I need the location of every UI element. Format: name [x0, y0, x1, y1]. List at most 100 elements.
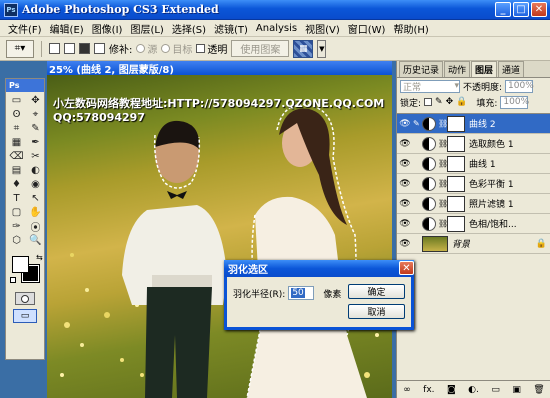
intersect-selection-icon[interactable] — [94, 43, 105, 54]
link-layers-icon[interactable]: ∞ — [403, 385, 411, 395]
dialog-close-button[interactable]: ✕ — [399, 261, 414, 275]
crop-tool-icon[interactable]: ⌗ — [8, 122, 25, 135]
new-layer-icon[interactable]: ▣ — [512, 385, 521, 395]
new-group-icon[interactable]: ▭ — [491, 385, 500, 395]
layer-hue-saturation[interactable]: 👁 ⛓ 色相/饱和... — [397, 214, 550, 234]
tab-history[interactable]: 历史记录 — [399, 61, 444, 77]
layer-background[interactable]: 👁 背景 🔒 — [397, 234, 550, 254]
ok-button[interactable]: 确定 — [348, 284, 405, 299]
pattern-dropdown-icon[interactable]: ▼ — [317, 39, 327, 58]
layer-color-balance-1[interactable]: 👁 ⛓ 色彩平衡 1 — [397, 174, 550, 194]
selective-color-adjustment-icon — [422, 136, 436, 151]
layer-selective-color-1[interactable]: 👁 ⛓ 选取颜色 1 — [397, 134, 550, 154]
zoom-tool-icon[interactable]: 🔍 — [27, 234, 44, 247]
screen-mode-button[interactable]: ▭ — [13, 309, 37, 323]
shape-tool-icon[interactable]: ▢ — [8, 206, 25, 219]
add-mask-icon[interactable]: ◙ — [447, 385, 456, 395]
feather-radius-input[interactable]: 50 — [288, 286, 315, 300]
link-icon: ⛓ — [438, 119, 449, 128]
menu-select[interactable]: 选择(S) — [168, 21, 210, 36]
lasso-tool-icon[interactable]: ʘ — [8, 108, 25, 121]
watermark-url: 小左数码网络教程地址:HTTP://578094297.QZONE.QQ.COM — [53, 97, 385, 110]
cancel-button[interactable]: 取消 — [348, 304, 405, 319]
source-radio[interactable]: 源 — [136, 41, 157, 56]
maximize-button[interactable]: □ — [513, 2, 529, 17]
delete-layer-icon[interactable]: 🗑 — [533, 385, 544, 395]
eye-icon[interactable]: 👁 — [399, 178, 411, 190]
close-button[interactable]: ✕ — [531, 2, 547, 17]
history-brush-tool-icon[interactable]: ✂ — [27, 150, 44, 163]
menu-filter[interactable]: 滤镜(T) — [210, 21, 252, 36]
eye-icon[interactable]: 👁 — [399, 238, 411, 250]
foreground-color-swatch[interactable] — [12, 256, 29, 273]
opacity-field[interactable]: 100% — [505, 79, 534, 93]
brush-tool-icon[interactable]: ✒ — [27, 136, 44, 149]
menu-analysis[interactable]: Analysis — [252, 23, 301, 34]
marquee-tool-icon[interactable]: ▭ — [8, 94, 25, 107]
3d-tool-icon[interactable]: ⬡ — [8, 234, 25, 247]
layer-style-icon[interactable]: fx. — [423, 385, 434, 395]
layer-curves-1[interactable]: 👁 ⛓ 曲线 1 — [397, 154, 550, 174]
add-selection-icon[interactable] — [64, 43, 75, 54]
blur-tool-icon[interactable]: ♦ — [8, 178, 25, 191]
eye-icon[interactable]: 👁 — [399, 158, 411, 170]
move-tool-icon[interactable]: ✥ — [27, 94, 44, 107]
layer-curves-2[interactable]: 👁 ✎ ⛓ 曲线 2 — [397, 114, 550, 134]
default-colors-icon[interactable] — [10, 277, 16, 283]
lock-all-icon[interactable]: 🔒 — [456, 97, 467, 107]
new-selection-icon[interactable] — [49, 43, 60, 54]
target-radio[interactable]: 目标 — [161, 41, 192, 56]
eraser-tool-icon[interactable]: ▤ — [8, 164, 25, 177]
layer-mask-thumbnail[interactable] — [447, 115, 465, 132]
layer-mask-thumbnail[interactable] — [447, 155, 465, 172]
menu-edit[interactable]: 编辑(E) — [46, 21, 88, 36]
layer-mask-thumbnail[interactable] — [447, 175, 465, 192]
use-pattern-button[interactable]: 使用图案 — [231, 40, 290, 57]
type-tool-icon[interactable]: T — [8, 192, 25, 205]
menu-image[interactable]: 图像(I) — [88, 21, 127, 36]
lock-pixels-icon[interactable]: ✎ — [435, 97, 443, 107]
menu-window[interactable]: 窗口(W) — [344, 21, 390, 36]
eyedropper-tool-icon[interactable]: ⦿ — [27, 220, 44, 234]
menu-layer[interactable]: 图层(L) — [126, 21, 167, 36]
new-adjustment-layer-icon[interactable]: ◐. — [468, 385, 479, 395]
eye-icon[interactable]: 👁 — [399, 218, 411, 230]
unit-label: 像素 — [323, 289, 342, 300]
lock-transparency-icon[interactable] — [424, 98, 433, 106]
blend-mode-dropdown[interactable]: 正常 ▾ — [400, 79, 460, 93]
hand-tool-icon[interactable]: ✋ — [27, 206, 44, 219]
eye-icon[interactable]: 👁 — [399, 118, 411, 130]
transparent-checkbox[interactable]: 透明 — [196, 41, 227, 56]
notes-tool-icon[interactable]: ✑ — [8, 220, 25, 233]
gradient-tool-icon[interactable]: ◐ — [27, 164, 44, 177]
link-icon: ⛓ — [438, 159, 449, 168]
subtract-selection-icon[interactable] — [79, 43, 90, 54]
layer-mask-thumbnail[interactable] — [447, 195, 465, 212]
layer-mask-thumbnail[interactable] — [447, 215, 465, 232]
pattern-picker[interactable]: ▦ — [293, 39, 314, 58]
menu-view[interactable]: 视图(V) — [301, 21, 344, 36]
path-selection-tool-icon[interactable]: ↖ — [27, 192, 44, 205]
layer-mask-thumbnail[interactable] — [447, 135, 465, 152]
layer-photo-filter-1[interactable]: 👁 ⛓ 照片滤镜 1 — [397, 194, 550, 214]
patch-tool-icon[interactable]: ▦ — [8, 136, 25, 149]
tab-actions[interactable]: 动作 — [444, 61, 471, 77]
eye-icon[interactable]: 👁 — [399, 138, 411, 150]
menu-help[interactable]: 帮助(H) — [389, 21, 432, 36]
dialog-title: 羽化选区 ✕ — [224, 260, 414, 277]
fill-field[interactable]: 100% — [500, 95, 529, 109]
lock-position-icon[interactable]: ✥ — [446, 97, 454, 107]
magic-wand-tool-icon[interactable]: ⌖ — [27, 108, 44, 121]
tool-preset-picker[interactable]: ⌗▾ — [6, 39, 34, 58]
slice-tool-icon[interactable]: ✎ — [27, 122, 44, 135]
tab-channels[interactable]: 通道 — [498, 61, 525, 77]
quick-mask-button[interactable] — [15, 292, 35, 305]
clone-stamp-tool-icon[interactable]: ⌫ — [8, 150, 25, 163]
menu-file[interactable]: 文件(F) — [4, 21, 46, 36]
tab-layers[interactable]: 图层 — [471, 61, 498, 77]
swap-colors-icon[interactable]: ⇆ — [36, 253, 43, 262]
minimize-button[interactable]: _ — [495, 2, 511, 17]
image-canvas[interactable]: 小左数码网络教程地址:HTTP://578094297.QZONE.QQ.COM… — [47, 75, 392, 398]
eye-icon[interactable]: 👁 — [399, 198, 411, 210]
dodge-tool-icon[interactable]: ◉ — [27, 178, 44, 191]
